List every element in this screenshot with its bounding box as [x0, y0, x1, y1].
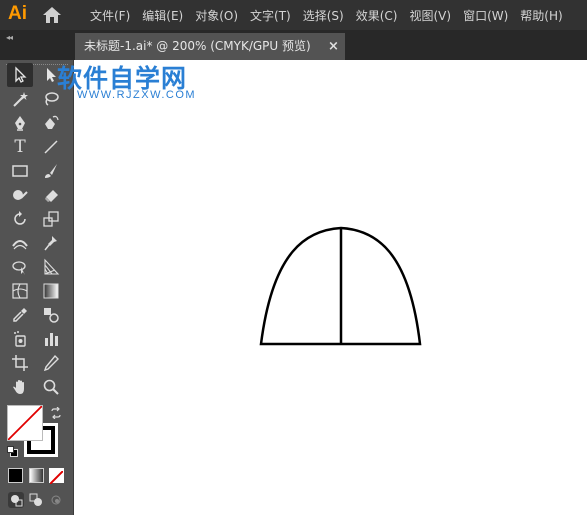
shape-builder-tool-icon[interactable] [7, 255, 33, 279]
zoom-tool-icon[interactable] [38, 375, 64, 399]
artboard-tool-icon[interactable] [7, 351, 33, 375]
menu-type[interactable]: 文字(T) [250, 7, 291, 24]
document-tab-strip: ◂◂ 未标题-1.ai* @ 200% (CMYK/GPU 预览) × [0, 30, 587, 60]
eraser-tool-icon[interactable] [38, 183, 64, 207]
puppet-warp-tool-icon[interactable] [38, 231, 64, 255]
close-tab-icon[interactable]: × [328, 33, 339, 60]
rotate-tool-icon[interactable] [7, 207, 33, 231]
hand-tool-icon[interactable] [7, 375, 33, 399]
draw-inside-icon[interactable] [48, 492, 64, 508]
symbol-sprayer-tool-icon[interactable] [7, 327, 33, 351]
scale-tool-icon[interactable] [38, 207, 64, 231]
draw-normal-icon[interactable] [8, 492, 24, 508]
document-tab-title: 未标题-1.ai* @ 200% (CMYK/GPU 预览) [84, 39, 311, 53]
perspective-grid-tool-icon[interactable] [38, 255, 64, 279]
paintbrush-tool-icon[interactable] [38, 159, 64, 183]
type-tool-icon[interactable]: T [7, 135, 33, 159]
selection-tool-icon[interactable] [7, 63, 33, 87]
column-graph-tool-icon[interactable] [38, 327, 64, 351]
shaper-tool-icon[interactable] [7, 183, 33, 207]
type-tool-glyph: T [14, 137, 26, 157]
app-logo: Ai [8, 3, 27, 24]
blend-tool-icon[interactable] [38, 303, 64, 327]
artwork[interactable] [74, 60, 587, 515]
none-mode-button[interactable] [49, 468, 64, 485]
menu-bar: Ai 文件(F) 编辑(E) 对象(O) 文字(T) 选择(S) 效果(C) 视… [0, 0, 587, 30]
menu-help[interactable]: 帮助(H) [520, 7, 562, 24]
line-segment-tool-icon[interactable] [38, 135, 64, 159]
menu-window[interactable]: 窗口(W) [463, 7, 508, 24]
swap-fill-stroke-icon[interactable] [50, 404, 62, 420]
menu-items: 文件(F) 编辑(E) 对象(O) 文字(T) 选择(S) 效果(C) 视图(V… [90, 7, 575, 24]
magic-wand-tool-icon[interactable] [7, 87, 33, 111]
default-fill-stroke-icon[interactable] [7, 446, 18, 457]
gradient-mode-button[interactable] [29, 468, 44, 483]
mesh-tool-icon[interactable] [7, 279, 33, 303]
gradient-tool-icon[interactable] [38, 279, 64, 303]
slice-tool-icon[interactable] [38, 351, 64, 375]
watermark-url: WWW.RJZXW.COM [77, 89, 197, 101]
rectangle-tool-icon[interactable] [7, 159, 33, 183]
color-mode-button[interactable] [8, 468, 23, 483]
eyedropper-tool-icon[interactable] [7, 303, 33, 327]
menu-file[interactable]: 文件(F) [90, 7, 130, 24]
width-tool-icon[interactable] [7, 231, 33, 255]
document-tab[interactable]: 未标题-1.ai* @ 200% (CMYK/GPU 预览) × [75, 33, 345, 60]
menu-object[interactable]: 对象(O) [195, 7, 238, 24]
menu-view[interactable]: 视图(V) [409, 7, 451, 24]
collapse-panel-icon[interactable]: ◂◂ [6, 33, 13, 42]
curvature-tool-icon[interactable] [38, 111, 64, 135]
pen-tool-icon[interactable] [7, 111, 33, 135]
menu-select[interactable]: 选择(S) [303, 7, 344, 24]
menu-edit[interactable]: 编辑(E) [142, 7, 183, 24]
fill-swatch[interactable] [7, 405, 43, 441]
draw-behind-icon[interactable] [28, 492, 44, 508]
tools-panel: T [0, 60, 74, 515]
home-icon[interactable] [42, 6, 62, 24]
menu-effect[interactable]: 效果(C) [356, 7, 398, 24]
